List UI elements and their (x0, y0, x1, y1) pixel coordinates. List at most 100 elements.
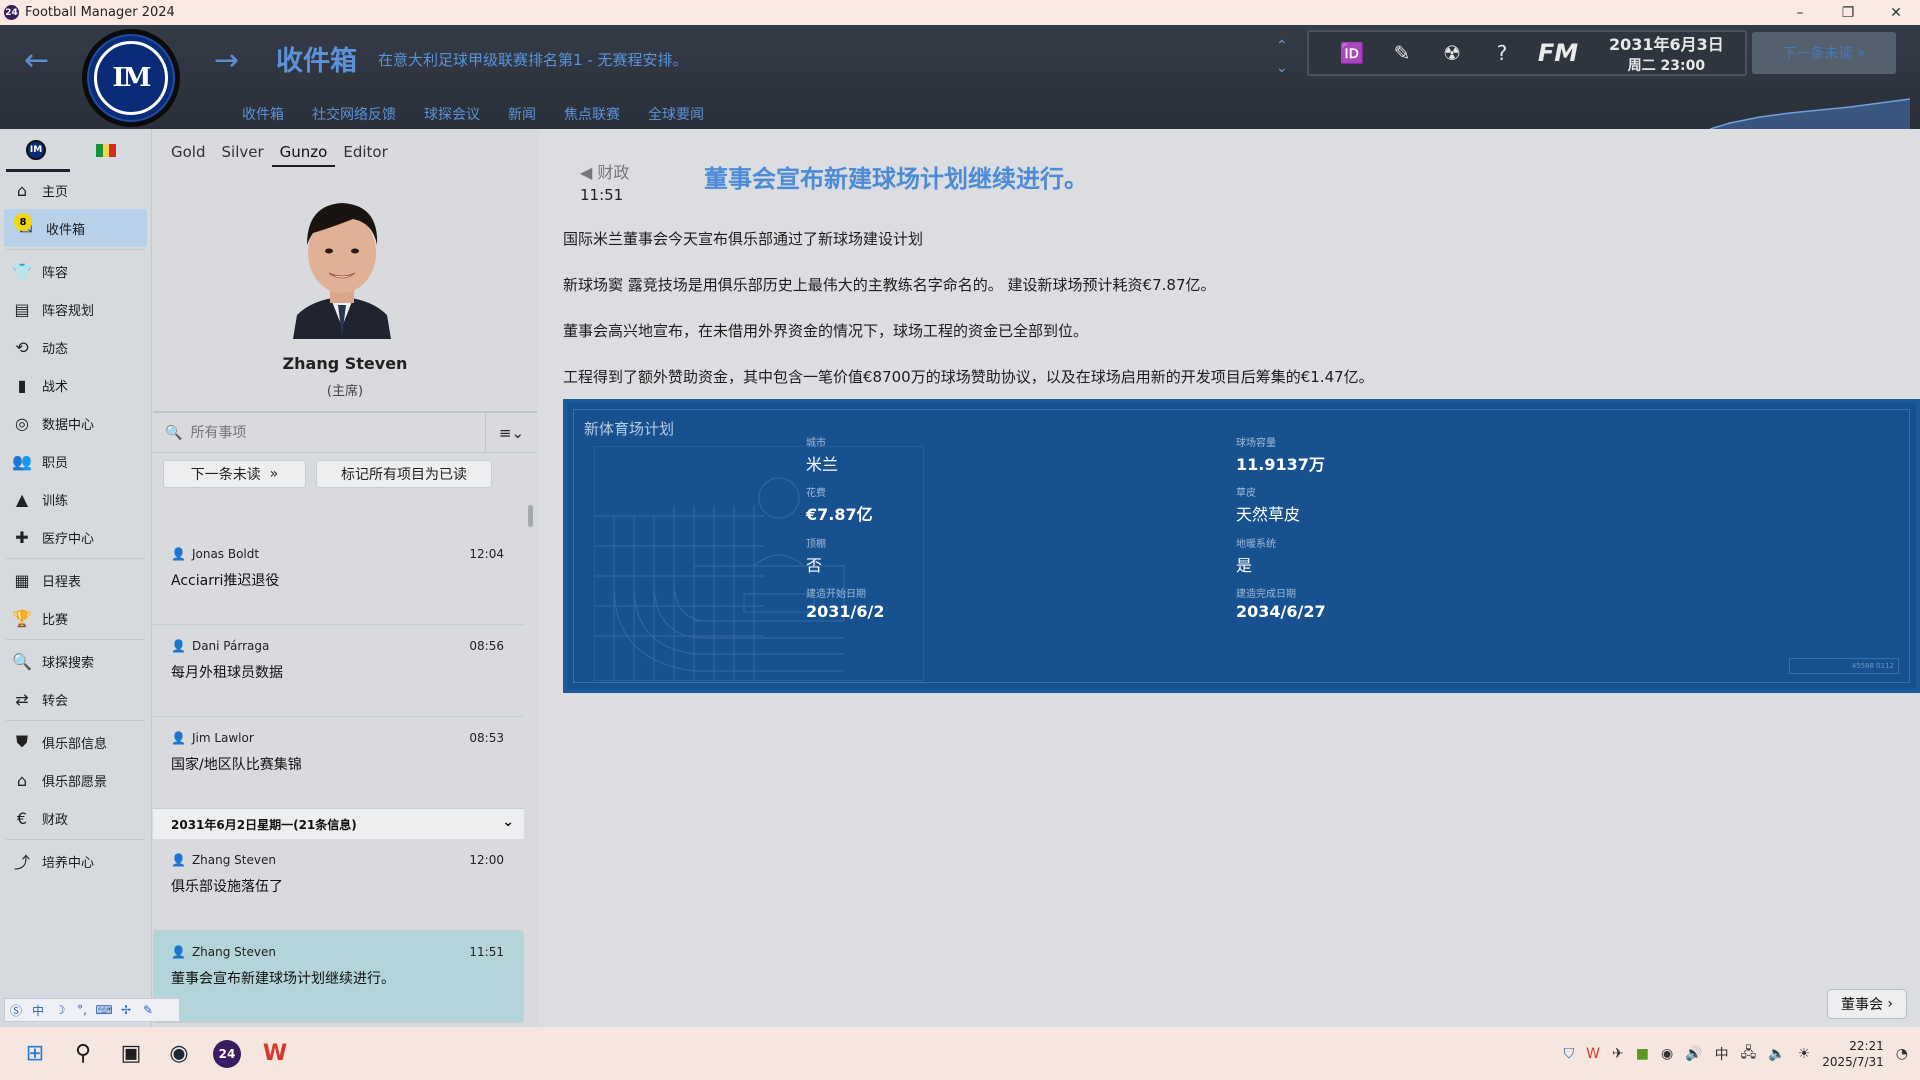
message-item[interactable]: 👤 Dani Párraga 08:56 每月外租球员数据 (153, 625, 524, 717)
inbox-search-input[interactable] (190, 424, 471, 441)
sidebar-item[interactable]: ▲ 训练 (0, 480, 151, 518)
system-tray: ⛉ W ✈ ■ ◉ 🔊 中 🖧 🔈 ☀ 22:21 2025/7/31 ◔ (1564, 1027, 1908, 1080)
sidebar-item[interactable]: ◎ 数据中心 (0, 404, 151, 442)
message-sender-name: Jonas Boldt (191, 547, 260, 561)
notification-icon[interactable]: ◔ (1896, 1046, 1908, 1062)
game-date-text: 2031年6月3日 (1609, 35, 1724, 54)
task-view-icon[interactable]: ▣ (108, 1031, 154, 1077)
sidebar-item[interactable]: ⌂ 俱乐部愿景 (0, 761, 151, 799)
italy-flag-icon[interactable] (96, 143, 117, 157)
sidebar-item[interactable]: ⛊ 俱乐部信息 (0, 723, 151, 761)
dynamics-icon: ⟲ (15, 337, 29, 357)
message-subject: 董事会宣布新建球场计划继续进行。 (171, 971, 395, 987)
message-item[interactable]: 👤 Zhang Steven 11:51 董事会宣布新建球场计划继续进行。 (153, 931, 524, 1023)
sidebar-item[interactable]: 👕 阵容 (0, 252, 151, 290)
forward-arrow-icon[interactable]: → (214, 43, 239, 78)
next-unread-button[interactable]: 下一条未读 » (163, 460, 306, 488)
sidebar-item[interactable]: ✚ 医疗中心 (0, 518, 151, 556)
edit-icon[interactable]: ✎ (1377, 41, 1427, 65)
message-detail: ◀ 财政 11:51 董事会宣布新建球场计划继续进行。 国际米兰董事会今天宣布俱… (538, 129, 1920, 1027)
game-date[interactable]: 2031年6月3日 周二 23:00 (1609, 31, 1724, 75)
weather-icon[interactable]: ☀ (1798, 1046, 1811, 1062)
ime-punct-icon[interactable]: °, (71, 1003, 93, 1017)
speaker-icon[interactable]: 🔈 (1768, 1046, 1785, 1062)
help-icon[interactable]: ? (1477, 41, 1527, 65)
scroll-updown-icon[interactable]: ⌃ ⌄ (1276, 35, 1288, 79)
city-value: 米兰 (806, 455, 839, 474)
mark-all-read-button[interactable]: 标记所有项目为已读 (316, 460, 492, 488)
football-manager-icon[interactable]: 24 (204, 1031, 250, 1077)
finances-icon: € (16, 808, 28, 828)
sidebar-item[interactable]: ✉8收件箱 (4, 209, 147, 247)
sidebar-item[interactable]: ⤴ 培养中心 (0, 842, 151, 880)
news-paragraph: 新球场窦 露竞技场是用俱乐部历史上最伟大的主教练名字命名的。 建设新球场预计耗资… (563, 276, 1216, 294)
page-subtitle: 在意大利足球甲级联赛排名第1 - 无赛程安排。 (378, 51, 688, 69)
id-card-icon[interactable]: 🆔 (1327, 41, 1377, 65)
sidebar-item[interactable]: ⌂ 主页 (0, 171, 151, 209)
sidebar-item[interactable]: 👥 职员 (0, 442, 151, 480)
ime-keyboard-icon[interactable]: ⌨ (93, 1003, 115, 1017)
message-item[interactable]: 👤 Jim Lawlor 08:53 国家/地区队比赛集锦 (153, 717, 524, 809)
person-name[interactable]: Zhang Steven (153, 354, 537, 373)
sidebar-item-label: 球探搜索 (42, 655, 95, 671)
taskbar-search-icon[interactable]: ⚲ (60, 1031, 106, 1077)
close-icon[interactable]: ✕ (1872, 0, 1920, 25)
security-icon[interactable]: ⛉ (1564, 1046, 1575, 1062)
end-date-field: 建造完成日期 2034/6/27 (1236, 585, 1326, 621)
message-sender-name: Dani Párraga (191, 639, 270, 653)
ime-settings-icon[interactable]: ✎ (137, 1003, 159, 1017)
bug-icon[interactable]: ☢ (1427, 41, 1477, 65)
tab-gunzo[interactable]: Gunzo (271, 143, 336, 167)
ime-fullwidth-icon[interactable]: ✢ (115, 1003, 137, 1017)
sidebar-item[interactable]: ▦ 日程表 (0, 561, 151, 599)
chairman-portrait[interactable] (283, 187, 401, 339)
sidebar-item-label: 俱乐部信息 (42, 736, 108, 752)
ime-moon-icon[interactable]: ☽ (49, 1003, 71, 1017)
wps-office-icon[interactable]: W (252, 1031, 298, 1077)
system-clock[interactable]: 22:21 2025/7/31 (1822, 1038, 1884, 1070)
fm-logo[interactable]: FM (1527, 39, 1589, 67)
message-item[interactable]: 👤 Jonas Boldt 12:04 Acciarri推迟退役 (153, 533, 524, 625)
sidebar-item[interactable]: ⇄ 转会 (0, 680, 151, 718)
network-icon[interactable]: 🖧 (1741, 1042, 1757, 1066)
transfers-icon: ⇄ (15, 689, 29, 709)
message-time: 12:04 (469, 547, 504, 561)
message-item[interactable]: 👤 Zhang Steven 12:00 俱乐部设施落伍了 (153, 839, 524, 931)
steam-icon[interactable]: ◉ (156, 1031, 202, 1077)
tab-gold[interactable]: Gold (163, 143, 214, 167)
continue-next-unread-button[interactable]: 下一条未读 » (1752, 32, 1896, 74)
chevron-down-icon[interactable]: ⌄ (502, 814, 514, 830)
tab-editor[interactable]: Editor (335, 143, 395, 167)
restore-icon[interactable]: ❐ (1824, 0, 1872, 25)
ime-chinese-icon[interactable]: 中 (27, 1002, 49, 1019)
sidebar-item[interactable]: 🏆 比赛 (0, 599, 151, 637)
club-mini-badge-icon[interactable]: IM (26, 140, 46, 160)
day-group-header[interactable]: 2031年6月2日星期一(21条信息) ⌄ (153, 809, 524, 839)
sidebar-item[interactable]: ▮ 战术 (0, 366, 151, 404)
nvidia-icon[interactable]: ■ (1636, 1046, 1649, 1062)
filter-menu-icon[interactable]: ≡⌄ (485, 413, 537, 453)
wps-tray-icon[interactable]: W (1586, 1046, 1600, 1062)
sidebar-item[interactable]: 🔍 球探搜索 (0, 642, 151, 680)
windows-start-icon[interactable]: ⊞ (12, 1031, 58, 1077)
ime-logo-icon[interactable]: Ⓢ (5, 1002, 27, 1019)
sidebar-item-label: 转会 (42, 693, 69, 709)
steam-tray-icon[interactable]: ◉ (1661, 1046, 1673, 1062)
clock-date: 2025/7/31 (1822, 1054, 1884, 1069)
message-sender-name: Jim Lawlor (191, 731, 254, 745)
message-subject: Acciarri推迟退役 (171, 573, 280, 589)
board-button[interactable]: 董事会 › (1827, 989, 1907, 1019)
news-paragraph: 工程得到了额外赞助资金，其中包含一笔价值€8700万的球场赞助协议，以及在球场启… (563, 368, 1374, 386)
person-icon: 👤 (171, 639, 186, 653)
back-arrow-icon[interactable]: ← (24, 43, 49, 78)
volume-icon[interactable]: 🔊 (1685, 1046, 1702, 1062)
input-method-icon[interactable]: 中 (1715, 1044, 1729, 1064)
tray-app-icon[interactable]: ✈ (1612, 1046, 1624, 1062)
minimize-icon[interactable]: – (1776, 0, 1824, 25)
sidebar-item[interactable]: € 财政 (0, 799, 151, 837)
tab-silver[interactable]: Silver (214, 143, 272, 167)
club-badge[interactable]: IM (82, 29, 180, 127)
sidebar-item[interactable]: ▤ 阵容规划 (0, 290, 151, 328)
news-time: 11:51 (580, 186, 624, 204)
sidebar-item[interactable]: ⟲ 动态 (0, 328, 151, 366)
